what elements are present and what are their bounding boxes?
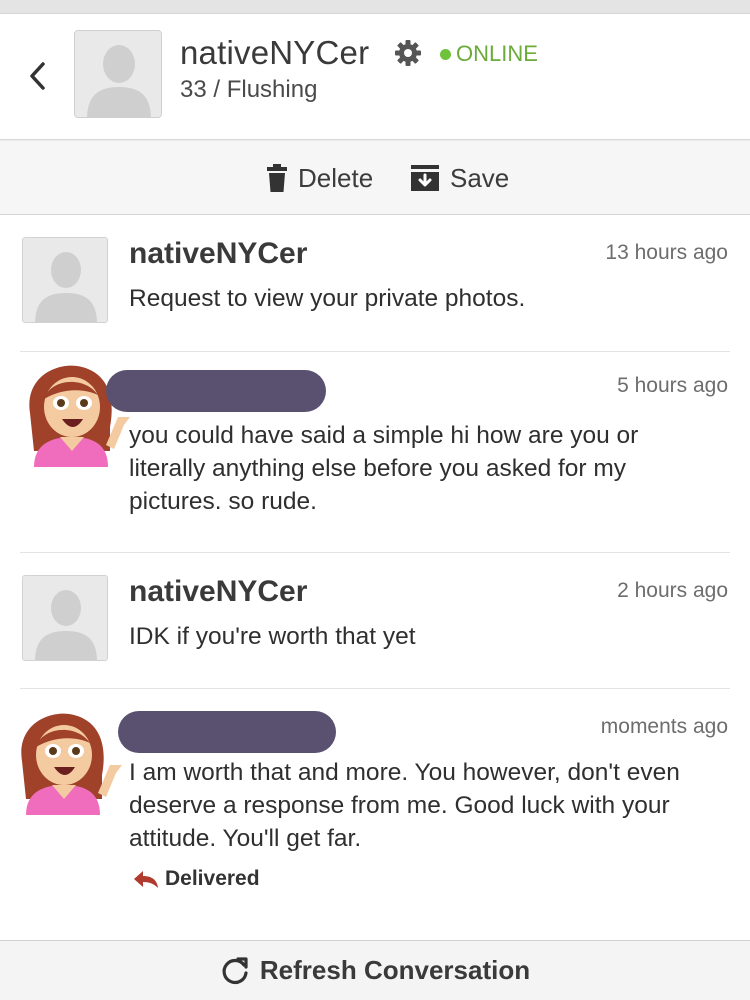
save-label: Save xyxy=(450,162,510,193)
top-strip xyxy=(0,0,750,14)
message-text: Request to view your private photos. xyxy=(129,285,526,312)
gear-icon[interactable] xyxy=(394,39,422,67)
header-age-location: 33 / Flushing xyxy=(180,76,318,103)
user-avatar[interactable] xyxy=(74,30,162,118)
message-sender[interactable]: nativeNYCer xyxy=(129,575,307,609)
message-text: IDK if you're worth that yet xyxy=(129,623,416,650)
refresh-icon xyxy=(222,956,248,984)
online-dot-icon xyxy=(440,48,451,60)
message-thread: nativeNYCer 13 hours ago Request to view… xyxy=(0,215,750,940)
message-text: you could have said a simple hi how are … xyxy=(129,422,639,515)
woman-raising-hand-emoji-icon[interactable] xyxy=(20,355,130,467)
message-item: nativeNYCer 2 hours ago IDK if you're wo… xyxy=(0,553,750,688)
message-time: 13 hours ago xyxy=(605,241,728,264)
message-item: nativeNYCer 13 hours ago Request to view… xyxy=(0,215,750,351)
message-action-bar: Delete Save xyxy=(0,141,750,215)
refresh-conversation-button[interactable]: Refresh Conversation xyxy=(0,940,750,1000)
header-username: nativeNYCer xyxy=(180,34,370,71)
reply-arrow-icon xyxy=(134,871,158,888)
message-item: moments ago I am worth that and more. Yo… xyxy=(0,689,750,929)
sender-avatar[interactable] xyxy=(22,575,108,661)
online-status: ONLINE xyxy=(440,41,538,67)
delete-label: Delete xyxy=(298,162,374,193)
save-button[interactable]: Save xyxy=(410,161,509,195)
refresh-label: Refresh Conversation xyxy=(259,955,531,985)
redacted-username xyxy=(118,711,336,753)
message-time: moments ago xyxy=(600,715,728,738)
message-sender[interactable]: nativeNYCer xyxy=(129,237,307,271)
trash-icon xyxy=(267,164,287,192)
redacted-username xyxy=(106,370,326,412)
message-item: 5 hours ago you could have said a simple… xyxy=(0,352,750,553)
delivery-status: Delivered xyxy=(133,867,260,891)
delete-button[interactable]: Delete xyxy=(266,161,373,195)
delivered-label: Delivered xyxy=(165,867,260,890)
conversation-header: nativeNYCer ONLINE 33 / Flushing xyxy=(0,14,750,140)
save-archive-icon xyxy=(411,165,439,191)
default-avatar-icon xyxy=(23,576,107,660)
message-time: 5 hours ago xyxy=(617,374,728,397)
message-text: I am worth that and more. You however, d… xyxy=(129,759,680,852)
default-avatar-icon xyxy=(23,238,107,322)
sender-avatar[interactable] xyxy=(22,237,108,323)
woman-raising-hand-emoji-icon[interactable] xyxy=(12,703,122,815)
message-time: 2 hours ago xyxy=(617,579,728,602)
online-status-label: ONLINE xyxy=(456,41,538,66)
back-button[interactable] xyxy=(22,58,52,94)
chevron-left-icon xyxy=(30,62,45,90)
default-avatar-icon xyxy=(75,31,161,117)
